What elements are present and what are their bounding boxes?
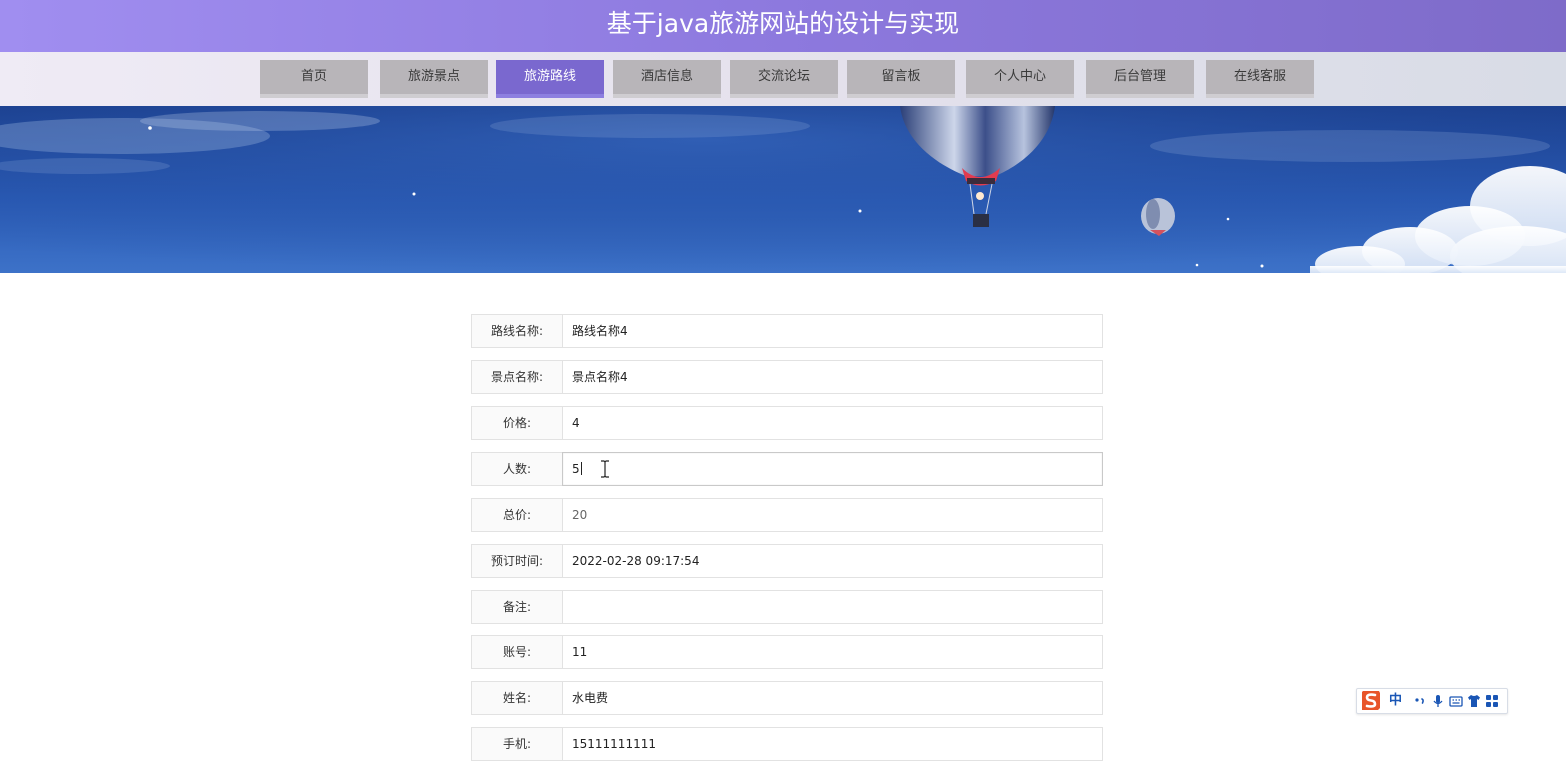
name-field[interactable]: 水电费 (562, 681, 1103, 715)
nav-item-online-service[interactable]: 在线客服 (1206, 60, 1314, 98)
ime-toolbar: 中 (1356, 688, 1508, 714)
form-row-account: 账号: 11 (471, 635, 1105, 669)
nav-item-travel-routes[interactable]: 旅游路线 (496, 60, 604, 98)
total-price-label: 总价: (471, 498, 563, 532)
nav-item-admin[interactable]: 后台管理 (1086, 60, 1194, 98)
text-cursor-icon (601, 460, 609, 478)
banner-image (0, 106, 1566, 273)
form-row-booking-time: 预订时间: 2022-02-28 09:17:54 (471, 544, 1105, 578)
account-field[interactable]: 11 (562, 635, 1103, 669)
people-count-label: 人数: (471, 452, 563, 486)
spot-name-field[interactable]: 景点名称4 (562, 360, 1103, 394)
form-row-remarks: 备注: (471, 590, 1105, 624)
price-field[interactable]: 4 (562, 406, 1103, 440)
people-count-value: 5 (572, 462, 580, 476)
remarks-field[interactable] (562, 590, 1103, 624)
spot-name-label: 景点名称: (471, 360, 563, 394)
phone-field[interactable]: 15111111111 (562, 727, 1103, 761)
nav-item-message-board[interactable]: 留言板 (847, 60, 955, 98)
route-name-field[interactable]: 路线名称4 (562, 314, 1103, 348)
skin-shirt-icon[interactable] (1467, 694, 1481, 708)
price-label: 价格: (471, 406, 563, 440)
microphone-icon[interactable] (1431, 694, 1445, 708)
remarks-label: 备注: (471, 590, 563, 624)
form-row-total-price: 总价: 20 (471, 498, 1105, 532)
route-name-label: 路线名称: (471, 314, 563, 348)
account-label: 账号: (471, 635, 563, 669)
total-price-field[interactable]: 20 (562, 498, 1103, 532)
punctuation-icon[interactable] (1413, 694, 1427, 708)
booking-time-label: 预订时间: (471, 544, 563, 578)
keyboard-icon[interactable] (1449, 694, 1463, 708)
main-nav: 首页 旅游景点 旅游路线 酒店信息 交流论坛 留言板 个人中心 后台管理 在线客… (0, 52, 1566, 106)
booking-time-field[interactable]: 2022-02-28 09:17:54 (562, 544, 1103, 578)
nav-item-scenic-spots[interactable]: 旅游景点 (380, 60, 488, 98)
nav-item-forum[interactable]: 交流论坛 (730, 60, 838, 98)
nav-item-personal-center[interactable]: 个人中心 (966, 60, 1074, 98)
site-title: 基于java旅游网站的设计与实现 (606, 9, 960, 38)
form-row-route-name: 路线名称: 路线名称4 (471, 314, 1105, 348)
form-row-phone: 手机: 15111111111 (471, 727, 1105, 761)
sogou-logo-icon[interactable] (1359, 688, 1383, 712)
banner-illustration (0, 106, 1566, 273)
people-count-field[interactable]: 5 (562, 452, 1103, 486)
form-row-price: 价格: 4 (471, 406, 1105, 440)
form-row-spot-name: 景点名称: 景点名称4 (471, 360, 1105, 394)
name-label: 姓名: (471, 681, 563, 715)
text-caret (580, 462, 582, 475)
ime-mode-chinese[interactable]: 中 (1389, 691, 1402, 711)
site-header: 基于java旅游网站的设计与实现 (0, 0, 1566, 52)
nav-item-home[interactable]: 首页 (260, 60, 368, 98)
nav-item-hotel-info[interactable]: 酒店信息 (613, 60, 721, 98)
form-row-people-count: 人数: 5 (471, 452, 1105, 486)
toolbox-grid-icon[interactable] (1485, 694, 1499, 708)
form-row-name: 姓名: 水电费 (471, 681, 1105, 715)
phone-label: 手机: (471, 727, 563, 761)
